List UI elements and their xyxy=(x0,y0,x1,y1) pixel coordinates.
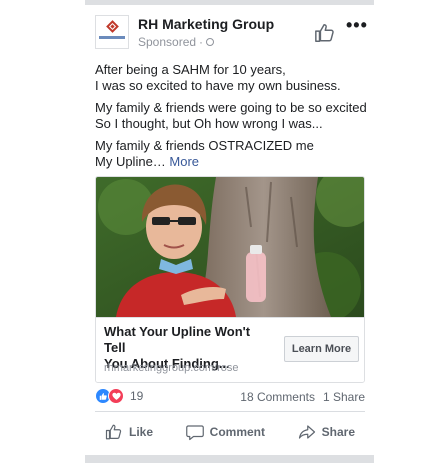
like-page-icon[interactable] xyxy=(314,22,336,44)
meta-separator: · xyxy=(199,35,204,49)
post-line: My family & friends were going to be so … xyxy=(95,100,367,115)
more-options-icon[interactable]: ••• xyxy=(346,15,368,36)
love-reaction-icon xyxy=(108,388,124,404)
ad-headline-line: What Your Upline Won't Tell xyxy=(104,324,251,355)
page-name[interactable]: RH Marketing Group xyxy=(138,16,274,32)
post-paragraph: My family & friends OSTRACIZED me My Upl… xyxy=(95,138,370,170)
page-avatar[interactable] xyxy=(95,15,129,49)
logo-diamond-icon xyxy=(106,20,119,33)
learn-more-button[interactable]: Learn More xyxy=(284,336,359,362)
like-button[interactable]: Like xyxy=(105,423,153,441)
share-button[interactable]: Share xyxy=(298,423,355,441)
thumbs-up-icon xyxy=(105,424,122,440)
share-label: Share xyxy=(321,425,355,439)
post-line: So I thought, but Oh how wrong I was... xyxy=(95,116,323,131)
ad-attachment[interactable]: What Your Upline Won't Tell You About Fi… xyxy=(95,176,365,383)
comment-button[interactable]: Comment xyxy=(185,423,265,441)
like-label: Like xyxy=(129,425,154,439)
share-icon xyxy=(298,425,315,439)
divider xyxy=(95,411,365,412)
globe-icon xyxy=(206,38,215,46)
ad-footer: What Your Upline Won't Tell You About Fi… xyxy=(96,317,364,382)
shares-count[interactable]: 1 Share xyxy=(323,390,365,404)
logo-wordmark xyxy=(99,36,125,39)
post-actions: Like Comment Share xyxy=(95,417,365,447)
post-text: After being a SAHM for 10 years, I was s… xyxy=(95,62,370,176)
post-line: I was so excited to have my own business… xyxy=(95,78,341,93)
comments-count[interactable]: 18 Comments xyxy=(240,390,315,404)
post-paragraph: My family & friends were going to be so … xyxy=(95,100,370,132)
sponsored-label[interactable]: Sponsored xyxy=(138,35,196,49)
post-paragraph: After being a SAHM for 10 years, I was s… xyxy=(95,62,370,94)
post-line: My Upline… xyxy=(95,154,166,169)
see-more-link[interactable]: More xyxy=(169,154,199,169)
ad-domain: rhmarketinggroup.com/rose xyxy=(104,362,239,374)
ad-image[interactable] xyxy=(96,177,365,317)
reaction-count: 19 xyxy=(130,389,144,403)
post-line: After being a SAHM for 10 years, xyxy=(95,62,286,77)
feed-gap-bottom xyxy=(85,455,374,463)
reaction-summary[interactable]: 19 xyxy=(95,388,143,404)
post-stats: 18 Comments 1 Share xyxy=(240,390,365,404)
comment-icon xyxy=(185,425,204,441)
comment-label: Comment xyxy=(209,425,265,439)
post-meta: Sponsored · xyxy=(138,35,215,49)
sponsored-post: RH Marketing Group Sponsored · ••• After… xyxy=(85,5,374,455)
post-line: My family & friends OSTRACIZED me xyxy=(95,138,314,153)
